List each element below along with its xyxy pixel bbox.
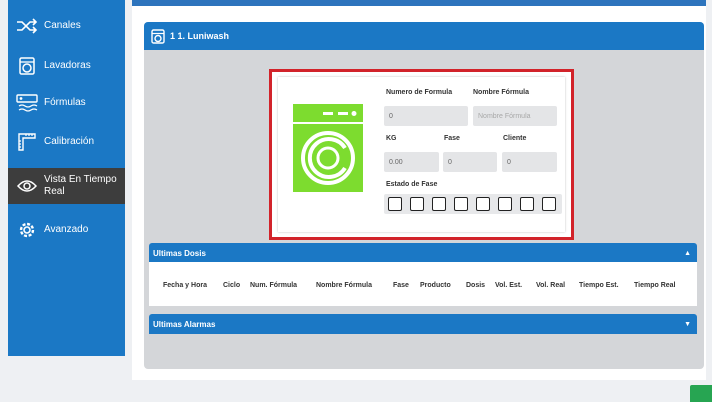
shuffle-icon [16,15,38,37]
phase-indicator [432,197,446,211]
panel-title: 1 1. Luniwash [170,31,230,41]
ultimas-dosis-header[interactable]: Ultimas Dosis ▲ [149,243,697,263]
sidebar-item-label: Canales [44,20,81,31]
expand-down-icon[interactable]: ▼ [684,321,691,328]
phase-indicator [520,197,534,211]
column-header: Tiempo Real [634,282,676,289]
ultimas-alarmas-header[interactable]: Ultimas Alarmas ▼ [149,314,697,334]
fase-label: Fase [444,135,460,142]
eye-icon [16,175,38,197]
phase-indicator [542,197,556,211]
back-button[interactable] [690,385,712,402]
washer-icon [16,55,38,77]
column-header: Nombre Fórmula [316,282,373,289]
ultimas-dosis-table: Fecha y Hora Ciclo Num. Fórmula Nombre F… [149,262,697,306]
nombre-formula-field[interactable]: Nombre Fórmula [473,106,557,126]
sidebar-item-lavadoras[interactable]: Lavadoras [8,54,125,78]
phase-indicator [388,197,402,211]
column-header: Ciclo [223,282,241,289]
gear-icon [16,219,38,241]
cliente-field[interactable]: 0 [502,152,557,172]
phase-indicator [498,197,512,211]
kg-label: KG [386,135,397,142]
column-header: Fecha y Hora [163,282,207,289]
column-header: Fase [393,282,409,289]
column-header: Vol. Est. [495,282,523,289]
washing-machine-icon [293,104,363,192]
nombre-formula-label: Nombre Fórmula [473,89,530,96]
fase-field[interactable]: 0 [443,152,497,172]
column-header: Producto [420,282,451,289]
sidebar-item-calibracion[interactable]: Calibración [8,130,125,154]
sidebar-item-vista-tiempo-real[interactable]: Vista En Tiempo Real [8,168,125,204]
column-header: Dosis [466,282,486,289]
sidebar-item-canales[interactable]: Canales [8,14,125,38]
ultimas-dosis-title: Ultimas Dosis [153,248,206,258]
column-header: Num. Fórmula [250,282,298,289]
ruler-icon [16,131,38,153]
sidebar: Canales Lavadoras Fórmulas Calibración V… [8,0,125,356]
phase-indicator [454,197,468,211]
sidebar-item-avanzado[interactable]: Avanzado [8,218,125,242]
formula-icon [16,92,38,114]
ultimas-alarmas-title: Ultimas Alarmas [153,319,216,329]
washer-icon [151,29,165,44]
sidebar-item-formulas[interactable]: Fórmulas [8,91,125,115]
cliente-label: Cliente [503,135,527,142]
column-header: Tiempo Est. [579,282,619,289]
sidebar-item-label: Fórmulas [44,97,86,108]
top-bar [132,0,706,6]
phase-indicator [476,197,490,211]
sidebar-item-label: Calibración [44,136,95,147]
sidebar-item-label: Avanzado [44,224,89,235]
column-header: Vol. Real [536,282,566,289]
panel-header: 1 1. Luniwash [144,22,704,50]
kg-field[interactable]: 0.00 [384,152,439,172]
estado-fase-label: Estado de Fase [386,181,438,188]
sidebar-item-label: Lavadoras [44,60,91,71]
numero-formula-field[interactable]: 0 [384,106,468,126]
collapse-up-icon[interactable]: ▲ [684,250,691,257]
sidebar-item-label: Vista En Tiempo Real [44,174,117,197]
numero-formula-label: Numero de Formula [386,89,453,96]
phase-indicator [410,197,424,211]
